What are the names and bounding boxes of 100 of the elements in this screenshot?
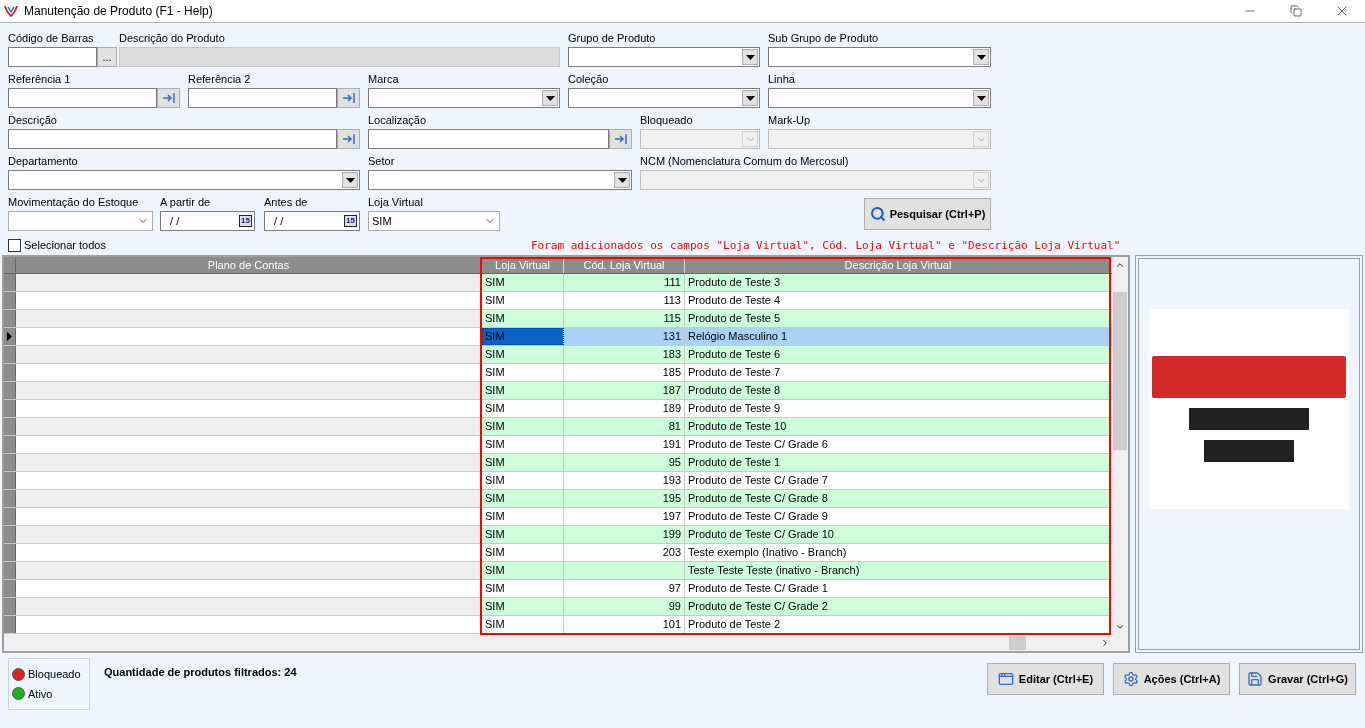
table-row[interactable]: SIM 199 Produto de Teste C/ Grade 10 xyxy=(4,526,1112,544)
select-all-checkbox[interactable] xyxy=(8,238,21,252)
dropdown-field[interactable] xyxy=(568,88,760,108)
table-cell: SIM xyxy=(482,400,564,417)
field-label: Linha xyxy=(768,72,796,87)
table-cell: SIM xyxy=(482,328,564,345)
table-row[interactable]: SIM 197 Produto de Teste C/ Grade 9 xyxy=(4,508,1112,526)
dropdown-field[interactable] xyxy=(768,129,991,149)
table-cell: Produto de Teste C/ Grade 2 xyxy=(685,598,1112,615)
dropdown-field[interactable] xyxy=(8,170,360,190)
scroll-down-icon[interactable] xyxy=(1115,622,1125,632)
lookup-button[interactable] xyxy=(337,88,360,108)
legend-label: Ativo xyxy=(28,686,53,702)
table-row[interactable]: SIM Teste Teste Teste (inativo - Branch) xyxy=(4,562,1112,580)
table-cell: 199 xyxy=(564,526,685,543)
dropdown-field[interactable]: SIM xyxy=(368,211,500,231)
scroll-right-icon[interactable] xyxy=(1100,638,1110,648)
dropdown-field[interactable] xyxy=(640,170,991,190)
date-field[interactable]: / / 15 xyxy=(264,211,360,231)
table-cell: 99 xyxy=(564,598,685,615)
table-row[interactable]: SIM 183 Produto de Teste 6 xyxy=(4,346,1112,364)
table-row[interactable]: SIM 99 Produto de Teste C/ Grade 2 xyxy=(4,598,1112,616)
annotation-text: Foram adicionados os campos "Loja Virtual", Cód. Loja Virtual" e "Descrição Loja Virtual" xyxy=(530,237,1121,254)
field-label: NCM (Nomenclatura Comum do Mercosul) xyxy=(640,154,850,169)
table-cell: Produto de Teste C/ Grade 8 xyxy=(685,490,1112,507)
date-field[interactable]: / / 15 xyxy=(160,211,255,231)
table-cell: SIM xyxy=(482,544,564,561)
lookup-button[interactable] xyxy=(337,129,360,149)
table-cell: Produto de Teste 4 xyxy=(685,292,1112,309)
text-input[interactable] xyxy=(8,129,337,149)
table-row[interactable]: SIM 195 Produto de Teste C/ Grade 8 xyxy=(4,490,1112,508)
table-row[interactable]: SIM 95 Produto de Teste 1 xyxy=(4,454,1112,472)
dropdown-field[interactable] xyxy=(8,211,153,231)
search-button[interactable]: Pesquisar (Ctrl+P) xyxy=(864,198,991,230)
dropdown-arrow-icon xyxy=(617,177,627,183)
current-row-icon xyxy=(7,332,12,341)
checkbox-label[interactable]: Selecionar todos xyxy=(24,236,106,254)
app-logo-icon xyxy=(4,5,18,17)
table-cell: 189 xyxy=(564,400,685,417)
table-row[interactable]: SIM 193 Produto de Teste C/ Grade 7 xyxy=(4,472,1112,490)
table-row[interactable]: SIM 203 Teste exemplo (Inativo - Branch) xyxy=(4,544,1112,562)
window-icon xyxy=(997,671,1014,687)
table-cell: 203 xyxy=(564,544,685,561)
table-cell: Produto de Teste 7 xyxy=(685,364,1112,381)
dropdown-field[interactable] xyxy=(768,47,991,67)
table-cell: SIM xyxy=(482,472,564,489)
table-row[interactable]: SIM 131 Relógio Masculino 1 xyxy=(4,328,1112,346)
table-row[interactable]: SIM 81 Produto de Teste 10 xyxy=(4,418,1112,436)
table-cell: 97 xyxy=(564,580,685,597)
row-indicator[interactable] xyxy=(4,328,16,345)
barcode-input[interactable] xyxy=(8,47,97,67)
table-cell: SIM xyxy=(482,292,564,309)
action-button[interactable]: Gravar (Ctrl+G) xyxy=(1239,663,1356,695)
table-row[interactable]: SIM 97 Produto de Teste C/ Grade 1 xyxy=(4,580,1112,598)
field-label: Código de Barras xyxy=(8,31,95,46)
table-row[interactable]: SIM 101 Produto de Teste 2 xyxy=(4,616,1112,634)
lookup-button[interactable] xyxy=(157,88,180,108)
table-row[interactable]: SIM 187 Produto de Teste 8 xyxy=(4,382,1112,400)
dropdown-arrow-icon xyxy=(976,95,986,101)
table-cell: SIM xyxy=(482,436,564,453)
table-row[interactable]: SIM 185 Produto de Teste 7 xyxy=(4,364,1112,382)
scroll-thumb[interactable] xyxy=(1113,292,1127,450)
table-cell: 115 xyxy=(564,310,685,327)
dropdown-field[interactable] xyxy=(368,88,560,108)
scroll-thumb[interactable] xyxy=(1009,636,1026,650)
field-label: A partir de xyxy=(160,195,212,210)
table-cell: Produto de Teste 1 xyxy=(685,454,1112,471)
browse-button[interactable]: ... xyxy=(97,47,117,67)
field-label: Referência 1 xyxy=(8,72,72,87)
text-input[interactable] xyxy=(368,129,609,149)
dropdown-field[interactable] xyxy=(568,47,760,67)
dropdown-field[interactable] xyxy=(768,88,991,108)
table-row[interactable]: SIM 115 Produto de Teste 5 xyxy=(4,310,1112,328)
table-cell: SIM xyxy=(482,364,564,381)
table-cell: 191 xyxy=(564,436,685,453)
scroll-up-icon[interactable] xyxy=(1115,260,1125,270)
field-label: Referência 2 xyxy=(188,72,252,87)
text-input[interactable] xyxy=(8,88,157,108)
calendar-icon[interactable]: 15 xyxy=(344,215,357,227)
calendar-icon[interactable]: 15 xyxy=(239,215,252,227)
dropdown-field[interactable] xyxy=(640,129,760,149)
action-button[interactable]: Editar (Ctrl+E) xyxy=(987,663,1104,695)
restore-icon xyxy=(1290,5,1302,17)
action-button[interactable]: Ações (Ctrl+A) xyxy=(1113,663,1230,695)
table-row[interactable]: SIM 191 Produto de Teste C/ Grade 6 xyxy=(4,436,1112,454)
table-cell: 187 xyxy=(564,382,685,399)
table-cell: Produto de Teste C/ Grade 10 xyxy=(685,526,1112,543)
dropdown-arrow-icon xyxy=(976,54,986,60)
table-cell: SIM xyxy=(482,382,564,399)
text-input[interactable] xyxy=(188,88,337,108)
dropdown-field[interactable] xyxy=(368,170,632,190)
table-cell: SIM xyxy=(482,508,564,525)
table-row[interactable]: SIM 113 Produto de Teste 4 xyxy=(4,292,1112,310)
lookup-button[interactable] xyxy=(609,129,632,149)
table-cell: 101 xyxy=(564,616,685,633)
table-cell: 131 xyxy=(564,328,685,345)
table-row[interactable]: SIM 111 Produto de Teste 3 xyxy=(4,274,1112,292)
dropdown-arrow-icon xyxy=(545,95,555,101)
table-row[interactable]: SIM 189 Produto de Teste 9 xyxy=(4,400,1112,418)
arrow-to-bar-icon xyxy=(342,93,355,103)
